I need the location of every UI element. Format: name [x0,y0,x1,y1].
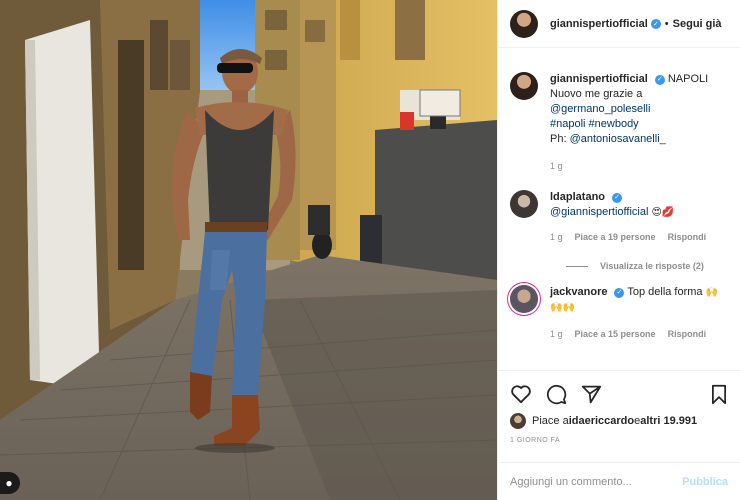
view-replies-button[interactable]: Visualizza le risposte (2) [566,261,730,271]
street-photo-illustration [0,0,497,500]
heart-icon[interactable] [510,384,532,404]
comment-likes-link[interactable]: Piace a 19 persone [575,230,656,245]
follow-status-button[interactable]: Segui già [673,18,722,30]
comments-section: giannispertiofficial ✓ NAPOLI Nuovo me gr… [498,48,740,370]
view-replies-label: Visualizza le risposte (2) [600,261,704,271]
comment-item: ldaplatano ✓ @giannispertiofficial 😍💋 1 g… [510,190,730,245]
likes-summary[interactable]: Piace a idaericcardo e altri 19.991 [510,413,728,429]
publish-button[interactable]: Pubblica [682,476,728,488]
separator-dot: • [664,17,669,30]
comment-item: jackvanore ✓ Top della forma 🙌 🙌🙌 1 g Pia… [510,285,730,342]
comment-input[interactable] [510,475,683,488]
comment-mention[interactable]: @giannispertiofficial [550,206,648,218]
post-actions: Piace a idaericcardo e altri 19.991 1 GI… [498,370,740,444]
caption-entry: giannispertiofficial ✓ NAPOLI Nuovo me gr… [510,72,730,174]
post-header: giannispertiofficial ✓ • Segui già [498,0,740,48]
likes-others-count[interactable]: altri 19.991 [640,415,697,427]
reply-button[interactable]: Rispondi [668,327,707,342]
verified-badge-icon: ✓ [650,18,661,29]
caption-meta: 1 g [550,159,730,174]
comment-likes-link[interactable]: Piace a 15 persone [575,327,656,342]
comment-emojis: 🙌🙌 [550,302,575,313]
verified-badge-icon: ✓ [612,192,623,203]
liker-username[interactable]: idaericcardo [569,415,634,427]
comment-emojis: 😍💋 [651,207,675,218]
caption-time: 1 g [550,161,563,171]
comment-username[interactable]: jackvanore [550,286,607,298]
caption-mention[interactable]: @germano_poleselli [550,102,730,117]
photo-credit-mention[interactable]: @antoniosavanelli_ [570,133,666,145]
reply-button[interactable]: Rispondi [668,230,707,245]
comment-icon[interactable] [546,384,567,405]
likes-prefix: Piace a [532,415,569,427]
caption-hashtags[interactable]: #napoli #newbody [550,117,730,132]
author-avatar[interactable] [510,9,538,38]
comment-username[interactable]: ldaplatano [550,191,605,203]
share-icon[interactable] [581,384,602,405]
commenter-avatar[interactable] [510,190,538,218]
post-date[interactable]: 1 GIORNO FA [510,437,728,444]
liker-avatar [510,413,526,429]
post-location[interactable]: NAPOLI [668,73,708,85]
comment-time: 1 g [550,329,563,339]
comment-meta: 1 g Piace a 19 persone Rispondi [550,230,730,245]
author-avatar[interactable] [510,72,538,100]
caption-username[interactable]: giannispertiofficial [550,73,648,85]
photo-credit: Ph: @antoniosavanelli_ [550,132,730,147]
caption-line: Nuovo me grazie a [550,88,643,100]
verified-badge-icon: ✓ [614,287,625,298]
bookmark-icon[interactable] [710,384,728,405]
replies-divider [566,265,588,267]
post-side-panel: giannispertiofficial ✓ • Segui già giann… [497,0,740,500]
comment-trailing-emoji: 🙌 [705,287,719,298]
photo-credit-prefix: Ph: [550,133,570,145]
verified-badge-icon: ✓ [654,74,665,85]
comment-time: 1 g [550,232,563,242]
comment-text: Top della forma [627,286,703,298]
post-photo[interactable]: ● [0,0,497,500]
author-username[interactable]: giannispertiofficial [550,18,648,30]
comment-box: Pubblica [498,462,740,500]
comment-meta: 1 g Piace a 15 persone Rispondi [550,327,730,342]
commenter-avatar[interactable] [510,285,538,313]
